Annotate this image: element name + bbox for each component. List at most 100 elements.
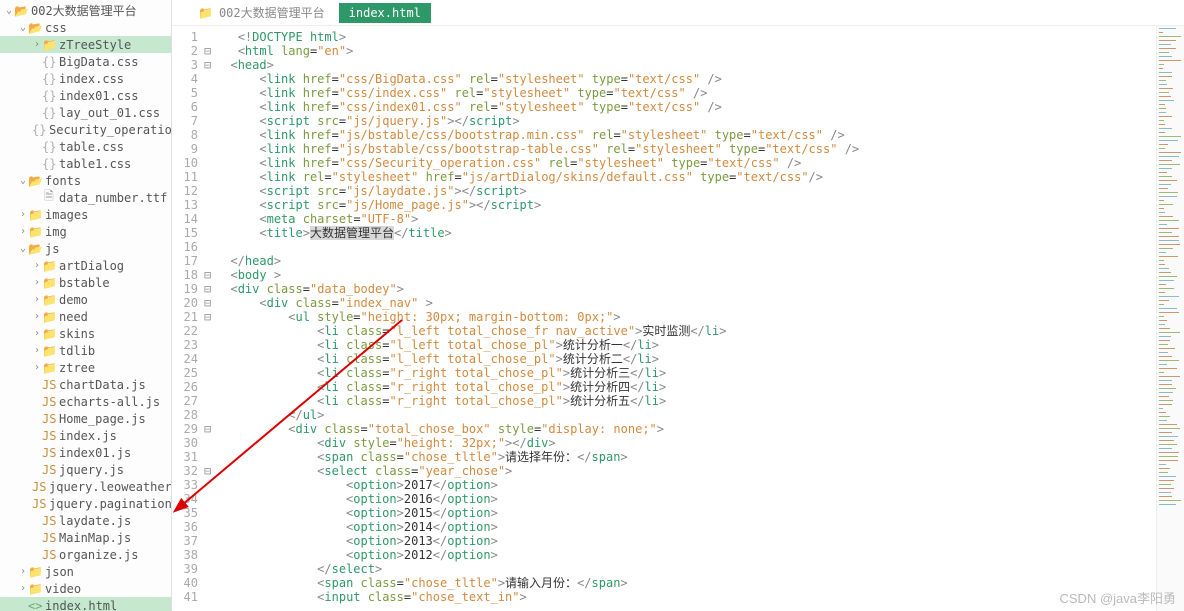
tree-item[interactable]: ›📁json (0, 563, 171, 580)
minimap[interactable] (1156, 26, 1184, 611)
tree-item[interactable]: {}Security_operation.css (0, 121, 171, 138)
chevron-icon[interactable]: › (32, 362, 42, 373)
tree-item[interactable]: ›📁bstable (0, 274, 171, 291)
tree-item-label: lay_out_01.css (59, 106, 160, 120)
file-icon: JS (42, 463, 56, 477)
tree-item[interactable]: JSindex01.js (0, 444, 171, 461)
folder-icon: 📁 (198, 6, 213, 20)
tree-item[interactable]: {}table.css (0, 138, 171, 155)
chevron-icon[interactable]: › (32, 328, 42, 339)
chevron-icon[interactable]: › (32, 277, 42, 288)
tree-item-label: json (45, 565, 74, 579)
chevron-icon[interactable]: ⌄ (4, 5, 14, 16)
tree-item[interactable]: JSjquery.pagination.js (0, 495, 171, 512)
file-icon: <> (28, 599, 42, 611)
tree-item[interactable]: ›📁demo (0, 291, 171, 308)
tree-item[interactable]: {}index01.css (0, 87, 171, 104)
chevron-icon[interactable]: › (32, 260, 42, 271)
file-icon: JS (42, 514, 56, 528)
tree-item[interactable]: JSlaydate.js (0, 512, 171, 529)
chevron-icon[interactable]: ⌄ (18, 243, 28, 254)
tree-item[interactable]: ›📁ztree (0, 359, 171, 376)
file-icon: 📁 (28, 565, 42, 579)
watermark: CSDN @java李阳勇 (1060, 588, 1177, 607)
tree-item[interactable]: ›📁zTreeStyle (0, 36, 171, 53)
tree-item[interactable]: <>index.html (0, 597, 171, 611)
editor-tabs: 📁002大数据管理平台index.html (172, 0, 1184, 26)
tree-item[interactable]: ›📁img (0, 223, 171, 240)
chevron-icon[interactable]: › (18, 566, 28, 577)
tree-item-label: zTreeStyle (59, 38, 131, 52)
file-icon: {} (42, 55, 56, 69)
tree-item[interactable]: {}BigData.css (0, 53, 171, 70)
tree-item[interactable]: JSecharts-all.js (0, 393, 171, 410)
tree-item-label: jquery.leoweather.min.js (49, 480, 172, 494)
tree-item-label: data_number.ttf (59, 191, 167, 205)
chevron-icon[interactable]: › (18, 226, 28, 237)
chevron-icon[interactable]: ⌄ (18, 22, 28, 33)
tree-item-label: fonts (45, 174, 81, 188)
file-icon: 📁 (42, 361, 56, 375)
fold-gutter[interactable]: ⊟⊟⊟⊟⊟⊟⊟⊟ (204, 26, 216, 611)
code-content[interactable]: <!DOCTYPE html> <html lang="en"> <head> … (216, 26, 1156, 611)
tree-item[interactable]: {}table1.css (0, 155, 171, 172)
file-icon: 📁 (42, 310, 56, 324)
chevron-icon[interactable]: › (32, 39, 42, 50)
tree-item[interactable]: ›📁skins (0, 325, 171, 342)
tree-item[interactable]: {}index.css (0, 70, 171, 87)
tree-item-label: table.css (59, 140, 124, 154)
tree-item[interactable]: ›📁tdlib (0, 342, 171, 359)
tree-item[interactable]: JSindex.js (0, 427, 171, 444)
tree-item[interactable]: JSjquery.js (0, 461, 171, 478)
tree-item-label: index.html (45, 599, 117, 611)
tree-item[interactable]: JSMainMap.js (0, 529, 171, 546)
tree-item[interactable]: ›📁video (0, 580, 171, 597)
file-icon: JS (42, 395, 56, 409)
code-editor[interactable]: 1234567891011121314151617181920212223242… (172, 26, 1184, 611)
tree-item-label: chartData.js (59, 378, 146, 392)
tree-item[interactable]: 🗎data_number.ttf (0, 189, 171, 206)
file-icon: 🗎 (42, 187, 56, 208)
file-tree-sidebar[interactable]: ⌄📂002大数据管理平台⌄📂css›📁zTreeStyle{}BigData.c… (0, 0, 172, 611)
file-icon: 📁 (42, 259, 56, 273)
tree-item-label: index.js (59, 429, 117, 443)
file-icon: 📂 (14, 4, 28, 18)
chevron-icon[interactable]: › (18, 583, 28, 594)
tree-item-label: ztree (59, 361, 95, 375)
tree-item-label: organize.js (59, 548, 138, 562)
file-icon: 📁 (28, 208, 42, 222)
tree-item[interactable]: ⌄📂fonts (0, 172, 171, 189)
file-icon: JS (42, 446, 56, 460)
tree-item[interactable]: ⌄📂js (0, 240, 171, 257)
tree-item[interactable]: JSorganize.js (0, 546, 171, 563)
tree-item[interactable]: {}lay_out_01.css (0, 104, 171, 121)
tree-item[interactable]: ›📁need (0, 308, 171, 325)
file-icon: JS (42, 429, 56, 443)
tree-item[interactable]: JSchartData.js (0, 376, 171, 393)
chevron-icon[interactable]: › (32, 345, 42, 356)
editor-tab[interactable]: 📁002大数据管理平台 (188, 1, 335, 24)
tree-item-label: bstable (59, 276, 110, 290)
file-icon: 📁 (28, 225, 42, 239)
file-icon: 📁 (42, 276, 56, 290)
chevron-icon[interactable]: ⌄ (18, 175, 28, 186)
editor-tab[interactable]: index.html (339, 3, 431, 23)
file-icon: 📁 (28, 582, 42, 596)
file-icon: 📁 (42, 38, 56, 52)
tree-item[interactable]: ›📁images (0, 206, 171, 223)
chevron-icon[interactable]: › (32, 311, 42, 322)
tree-item[interactable]: ⌄📂002大数据管理平台 (0, 2, 171, 19)
chevron-icon[interactable]: › (32, 294, 42, 305)
tree-item[interactable]: JSjquery.leoweather.min.js (0, 478, 171, 495)
file-icon: 📁 (42, 293, 56, 307)
tree-item[interactable]: ⌄📂css (0, 19, 171, 36)
tree-item[interactable]: JSHome_page.js (0, 410, 171, 427)
file-icon: JS (42, 378, 56, 392)
file-icon: 📂 (28, 21, 42, 35)
tree-item[interactable]: ›📁artDialog (0, 257, 171, 274)
chevron-icon[interactable]: › (18, 209, 28, 220)
file-icon: JS (32, 497, 46, 511)
file-icon: 📁 (42, 344, 56, 358)
tree-item-label: skins (59, 327, 95, 341)
tree-item-label: BigData.css (59, 55, 138, 69)
